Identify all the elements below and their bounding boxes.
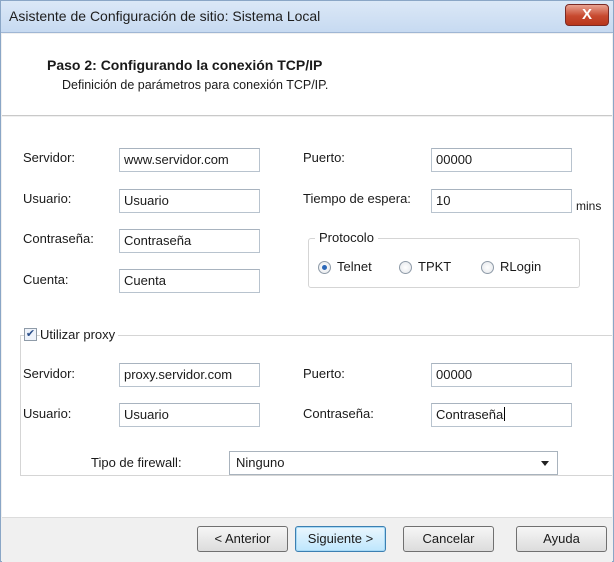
dialog-window: Asistente de Configuración de sitio: Sis…	[0, 0, 614, 562]
wizard-content: Servidor: www.servidor.com Usuario: Usua…	[2, 117, 612, 517]
server-label: Servidor:	[23, 150, 76, 165]
radio-tpkt[interactable]	[399, 261, 412, 274]
chevron-down-icon	[541, 461, 549, 466]
back-button[interactable]: < Anterior	[197, 526, 288, 552]
account-label: Cuenta:	[23, 272, 69, 287]
proxy-port-label: Puerto:	[303, 366, 345, 381]
timeout-input[interactable]: 10	[431, 189, 572, 213]
port-input[interactable]: 00000	[431, 148, 572, 172]
server-input[interactable]: www.servidor.com	[119, 148, 260, 172]
use-proxy-label[interactable]: Utilizar proxy	[40, 327, 119, 342]
proxy-port-input[interactable]: 00000	[431, 363, 572, 387]
proxy-password-value: Contraseña	[436, 407, 504, 422]
timeout-unit: mins	[576, 199, 602, 213]
close-icon: X	[581, 6, 592, 23]
window-title: Asistente de Configuración de sitio: Sis…	[9, 8, 321, 24]
radio-tpkt-label[interactable]: TPKT	[418, 259, 451, 274]
account-input[interactable]: Cuenta	[119, 269, 260, 293]
password-label: Contraseña:	[23, 231, 94, 246]
port-label: Puerto:	[303, 150, 345, 165]
close-button[interactable]: X	[565, 4, 609, 26]
text-caret	[504, 407, 506, 421]
step-title: Paso 2: Configurando la conexión TCP/IP	[47, 57, 323, 73]
use-proxy-checkbox[interactable]: ✔	[24, 328, 37, 341]
radio-telnet[interactable]	[318, 261, 331, 274]
firewall-selected-value: Ninguno	[236, 455, 285, 470]
user-input[interactable]: Usuario	[119, 189, 260, 213]
next-button[interactable]: Siguiente >	[295, 526, 386, 552]
proxy-password-label: Contraseña:	[303, 406, 374, 421]
proxy-user-label: Usuario:	[23, 406, 72, 421]
wizard-footer: < Anterior Siguiente > Cancelar Ayuda	[2, 517, 612, 562]
wizard-header: Paso 2: Configurando la conexión TCP/IP …	[2, 34, 612, 116]
help-button[interactable]: Ayuda	[516, 526, 607, 552]
step-subtitle: Definición de parámetros para conexión T…	[62, 78, 329, 92]
proxy-server-label: Servidor:	[23, 366, 76, 381]
cancel-button[interactable]: Cancelar	[403, 526, 494, 552]
firewall-select[interactable]: Ninguno	[229, 451, 558, 475]
radio-rlogin-label[interactable]: RLogin	[500, 259, 541, 274]
radio-rlogin[interactable]	[481, 261, 494, 274]
title-bar: Asistente de Configuración de sitio: Sis…	[1, 1, 613, 33]
user-label: Usuario:	[23, 191, 72, 206]
protocol-legend: Protocolo	[315, 230, 378, 245]
timeout-label: Tiempo de espera:	[303, 191, 411, 206]
radio-telnet-label[interactable]: Telnet	[337, 259, 372, 274]
proxy-password-input[interactable]: Contraseña	[431, 403, 572, 427]
proxy-user-input[interactable]: Usuario	[119, 403, 260, 427]
password-input[interactable]: Contraseña	[119, 229, 260, 253]
firewall-label: Tipo de firewall:	[91, 455, 182, 470]
proxy-server-input[interactable]: proxy.servidor.com	[119, 363, 260, 387]
